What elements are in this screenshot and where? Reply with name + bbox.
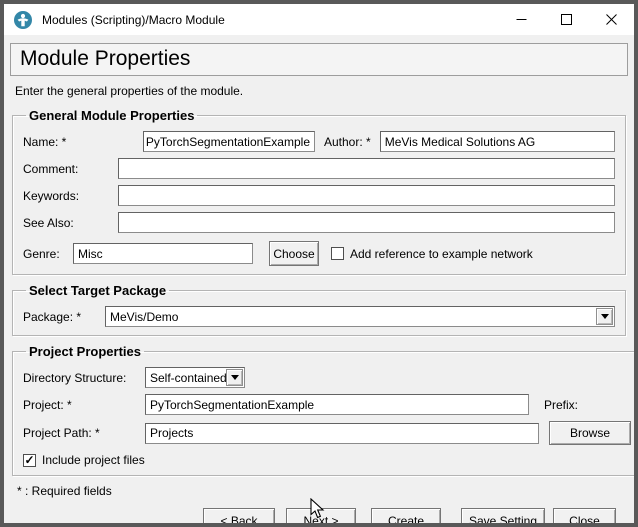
page-title: Module Properties bbox=[10, 43, 628, 76]
comment-row: Comment: bbox=[23, 158, 615, 179]
package-label: Package: * bbox=[23, 310, 105, 324]
required-fields-note: * : Required fields bbox=[17, 484, 628, 498]
add-reference-checkbox[interactable] bbox=[331, 247, 344, 260]
minimize-icon[interactable] bbox=[499, 4, 544, 35]
close-icon[interactable] bbox=[589, 4, 634, 35]
dialog-body: Module Properties Enter the general prop… bbox=[4, 35, 634, 523]
package-dropdown-icon[interactable] bbox=[596, 308, 613, 325]
module-wizard-dialog: Modules (Scripting)/Macro Module Module … bbox=[4, 4, 634, 523]
include-files-row: Include project files bbox=[23, 453, 631, 467]
name-label: Name: * bbox=[23, 135, 143, 149]
genre-row: Genre: Misc Choose Add reference to exam… bbox=[23, 241, 615, 266]
group-select-target-package: Select Target Package Package: * MeVis/D… bbox=[12, 283, 626, 336]
close-button[interactable]: Close bbox=[553, 508, 616, 523]
directory-structure-value: Self-contained bbox=[150, 371, 227, 385]
author-input[interactable]: MeVis Medical Solutions AG bbox=[380, 131, 615, 152]
see-also-input[interactable] bbox=[118, 212, 615, 233]
project-path-label: Project Path: * bbox=[23, 426, 145, 440]
directory-structure-select[interactable]: Self-contained bbox=[145, 367, 245, 388]
keywords-label: Keywords: bbox=[23, 189, 118, 203]
group-project-properties: Project Properties Directory Structure: … bbox=[12, 344, 634, 476]
group-package-title: Select Target Package bbox=[26, 283, 169, 298]
directory-structure-row: Directory Structure: Self-contained bbox=[23, 367, 631, 388]
prefix-label: Prefix: bbox=[544, 398, 578, 412]
include-project-files-checkbox[interactable] bbox=[23, 454, 36, 467]
maximize-icon[interactable] bbox=[544, 4, 589, 35]
genre-input[interactable]: Misc bbox=[73, 243, 253, 264]
project-path-row: Project Path: * Projects Browse bbox=[23, 421, 631, 445]
author-label: Author: * bbox=[324, 135, 371, 149]
keywords-row: Keywords: bbox=[23, 185, 615, 206]
mevislab-logo-icon bbox=[14, 11, 32, 29]
comment-input[interactable] bbox=[118, 158, 615, 179]
titlebar[interactable]: Modules (Scripting)/Macro Module bbox=[4, 4, 634, 35]
page-subtitle: Enter the general properties of the modu… bbox=[15, 84, 628, 98]
see-also-row: See Also: bbox=[23, 212, 615, 233]
choose-button[interactable]: Choose bbox=[269, 241, 319, 266]
comment-label: Comment: bbox=[23, 162, 118, 176]
name-author-row: Name: * PyTorchSegmentationExample Autho… bbox=[23, 131, 615, 152]
package-row: Package: * MeVis/Demo bbox=[23, 306, 615, 327]
genre-label: Genre: bbox=[23, 247, 73, 261]
group-general-module-properties: General Module Properties Name: * PyTorc… bbox=[12, 108, 626, 275]
see-also-label: See Also: bbox=[23, 216, 118, 230]
back-button[interactable]: < Back bbox=[203, 508, 275, 523]
name-input[interactable]: PyTorchSegmentationExample bbox=[143, 131, 315, 152]
directory-structure-label: Directory Structure: bbox=[23, 371, 145, 385]
window-frame: Modules (Scripting)/Macro Module Module … bbox=[0, 0, 638, 527]
keywords-input[interactable] bbox=[118, 185, 615, 206]
project-label: Project: * bbox=[23, 398, 145, 412]
window-title: Modules (Scripting)/Macro Module bbox=[42, 13, 499, 27]
wizard-button-row: < Back Next > Create Save Setting Close bbox=[10, 508, 616, 523]
package-select[interactable]: MeVis/Demo bbox=[105, 306, 615, 327]
window-controls bbox=[499, 4, 634, 35]
project-input[interactable]: PyTorchSegmentationExample bbox=[145, 394, 529, 415]
package-selected-value: MeVis/Demo bbox=[110, 310, 178, 324]
project-path-input[interactable]: Projects bbox=[145, 423, 539, 444]
project-row: Project: * PyTorchSegmentationExample Pr… bbox=[23, 394, 631, 415]
add-reference-label: Add reference to example network bbox=[350, 247, 533, 261]
next-button[interactable]: Next > bbox=[286, 508, 356, 523]
directory-structure-dropdown-icon[interactable] bbox=[226, 369, 243, 386]
include-project-files-label: Include project files bbox=[42, 453, 145, 467]
group-project-title: Project Properties bbox=[26, 344, 144, 359]
save-setting-button[interactable]: Save Setting bbox=[461, 508, 545, 523]
browse-button[interactable]: Browse bbox=[549, 421, 631, 445]
create-button[interactable]: Create bbox=[371, 508, 441, 523]
group-general-title: General Module Properties bbox=[26, 108, 197, 123]
